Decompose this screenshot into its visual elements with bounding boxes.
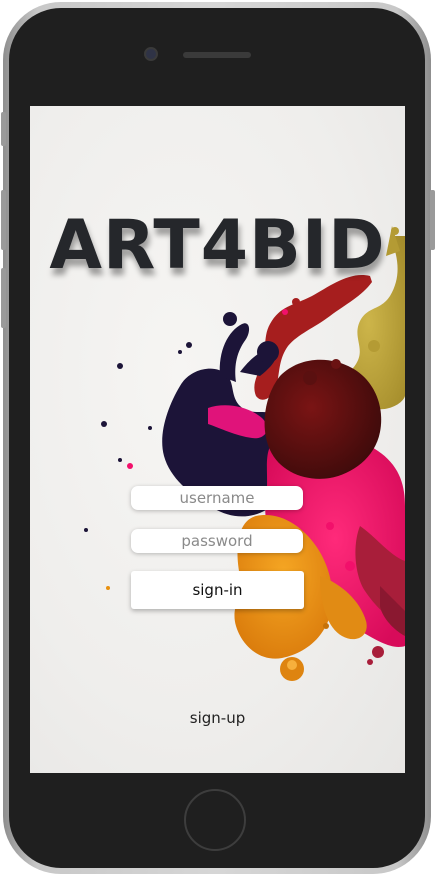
- mute-switch: [1, 112, 6, 146]
- password-field[interactable]: [131, 529, 303, 553]
- front-camera-icon: [144, 47, 158, 61]
- username-field[interactable]: [131, 486, 303, 510]
- power-button: [430, 190, 435, 250]
- volume-up-button: [1, 190, 6, 250]
- sign-up-link[interactable]: sign-up: [30, 709, 405, 727]
- sign-in-button[interactable]: sign-in: [131, 571, 304, 609]
- home-button[interactable]: [184, 789, 246, 851]
- app-screen: ART4BID sign-in sign-up: [30, 106, 405, 773]
- earpiece-speaker: [183, 52, 251, 58]
- app-title: ART4BID: [49, 206, 386, 285]
- volume-down-button: [1, 268, 6, 328]
